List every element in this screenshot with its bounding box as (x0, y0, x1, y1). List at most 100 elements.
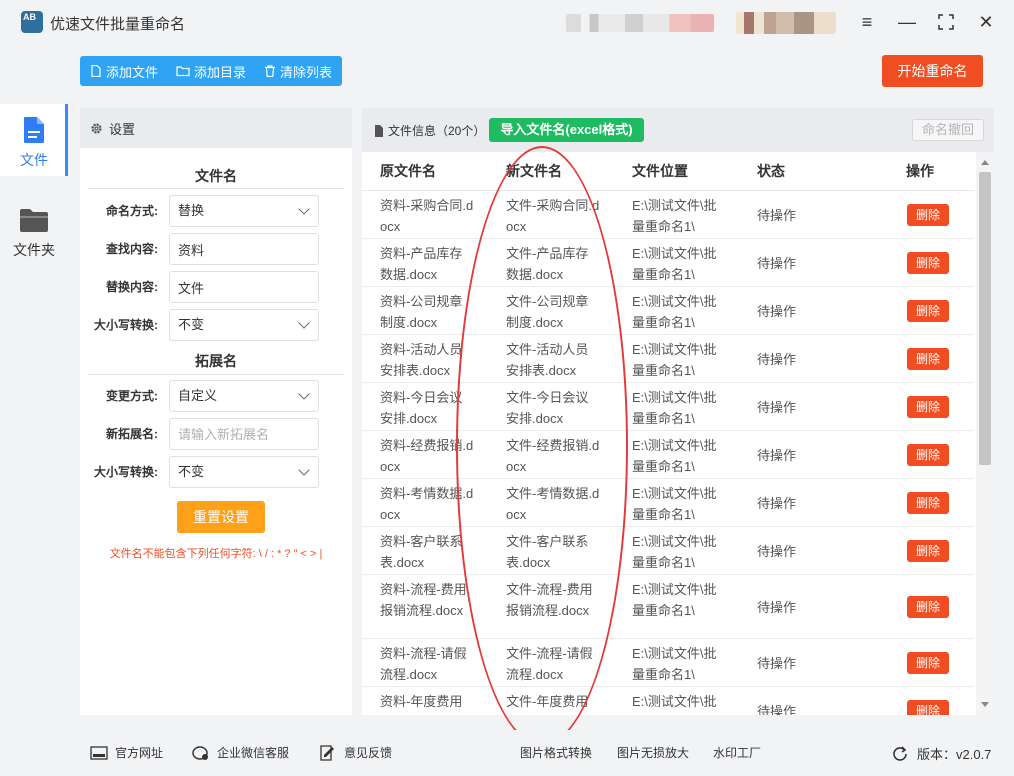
official-website-label: 官方网址 (115, 746, 164, 760)
original-filename-cell: 资料-今日会议安排.docx (380, 390, 463, 426)
new-filename-cell: 文件-流程-请假流程.docx (506, 646, 593, 682)
nav-item-file[interactable]: 文件 (0, 104, 68, 176)
table-row[interactable]: 资料-公司规章制度.docx 文件-公司规章制度.docx E:\测试文件\批量重命… (362, 287, 974, 335)
original-filename-cell: 资料-流程-费用报销流程.docx (380, 582, 467, 618)
table-row[interactable]: 资料-客户联系表.docx 文件-客户联系表.docx E:\测试文件\批量重命名1… (362, 527, 974, 575)
extension-case-select[interactable]: 不变 (169, 456, 319, 488)
status-cell: 待操作 (757, 544, 797, 559)
add-directory-label: 添加目录 (194, 64, 247, 80)
minimize-icon[interactable]: — (895, 10, 919, 34)
extension-mode-select[interactable]: 自定义 (169, 380, 319, 412)
trash-icon (265, 65, 276, 77)
new-filename-cell: 文件-活动人员安排表.docx (506, 342, 589, 378)
table-row[interactable]: 资料-活动人员安排表.docx 文件-活动人员安排表.docx E:\测试文件\批量… (362, 335, 974, 383)
table-row[interactable]: 资料-产品库存数据.docx 文件-产品库存数据.docx E:\测试文件\批量重命… (362, 239, 974, 287)
menu-icon[interactable]: ≡ (855, 10, 879, 34)
scroll-up-arrow-icon[interactable] (981, 160, 989, 165)
table-row[interactable]: 资料-年度费用计划表.docx 文件-年度费用计划表.docx E:\测试文件\批量… (362, 687, 974, 715)
delete-row-button[interactable]: 删除 (907, 700, 949, 715)
table-row[interactable]: 资料-流程-请假流程.docx 文件-流程-请假流程.docx E:\测试文件\批量… (362, 639, 974, 687)
add-file-button[interactable]: 添加文件 (80, 56, 166, 86)
official-website-link[interactable]: 官方网址 (90, 744, 163, 761)
file-location-cell: E:\测试文件\批量重命名1\ (632, 694, 717, 709)
start-rename-button[interactable]: 开始重命名 (882, 55, 983, 87)
original-filename-cell: 资料-活动人员安排表.docx (380, 342, 463, 378)
add-directory-button[interactable]: 添加目录 (166, 56, 254, 86)
undo-rename-button[interactable]: 命名撤回 (912, 119, 984, 141)
chat-icon (192, 745, 208, 760)
add-file-label: 添加文件 (106, 64, 159, 80)
table-row[interactable]: 资料-经费报销.docx 文件-经费报销.docx E:\测试文件\批量重命名1\ 待… (362, 431, 974, 479)
table-row[interactable]: 资料-今日会议安排.docx 文件-今日会议安排.docx E:\测试文件\批量重命… (362, 383, 974, 431)
new-filename-cell: 文件-公司规章制度.docx (506, 294, 589, 330)
status-cell: 待操作 (757, 496, 797, 511)
table-row[interactable]: 资料-考情数据.docx 文件-考情数据.docx E:\测试文件\批量重命名1\ 待… (362, 479, 974, 527)
delete-row-button[interactable]: 删除 (907, 252, 949, 274)
extension-section-title: 拓展名 (195, 353, 237, 369)
column-header-action: 操作 (906, 163, 934, 179)
nav-item-folder[interactable]: 文件夹 (0, 194, 68, 266)
maximize-icon[interactable] (934, 10, 958, 34)
column-header-location: 文件位置 (632, 163, 688, 179)
left-nav: 文件 文件夹 (0, 104, 68, 776)
watermark-factory-link[interactable]: 水印工厂 (713, 744, 761, 761)
image-format-convert-link[interactable]: 图片格式转换 (520, 744, 592, 761)
delete-row-button[interactable]: 删除 (907, 204, 949, 226)
case-conversion-label: 大小写转换: (94, 318, 158, 332)
extension-mode-label: 变更方式: (106, 389, 158, 403)
table-row[interactable]: 资料-流程-费用报销流程.docx 文件-流程-费用报销流程.docx E:\测试文… (362, 575, 974, 639)
file-location-cell: E:\测试文件\批量重命名1\ (632, 438, 717, 474)
version-info[interactable]: 版本：v2.0.7 (892, 744, 991, 763)
new-filename-cell: 文件-经费报销.docx (506, 438, 600, 474)
file-icon (91, 65, 101, 77)
gear-icon (91, 122, 102, 134)
vertical-scrollbar[interactable] (976, 152, 994, 715)
import-filenames-button[interactable]: 导入文件名(excel格式) (489, 118, 644, 142)
version-label: 版本：v2.0.7 (917, 747, 992, 762)
wechat-support-link[interactable]: 企业微信客服 (192, 744, 289, 761)
file-info-panel: 文件信息（20个） 导入文件名(excel格式) 命名撤回 原文件名 新文件名 … (362, 108, 994, 715)
new-filename-cell: 文件-年度费用计划表.docx (506, 694, 589, 709)
new-filename-cell: 文件-采购合同.docx (506, 198, 600, 234)
new-filename-cell: 文件-今日会议安排.docx (506, 390, 589, 426)
clear-list-button[interactable]: 清除列表 (254, 56, 340, 86)
delete-row-button[interactable]: 删除 (907, 492, 949, 514)
folder-icon (20, 209, 48, 232)
scrollbar-thumb[interactable] (979, 172, 991, 465)
chevron-down-icon (298, 203, 310, 215)
file-table-body: 资料-采购合同.docx 文件-采购合同.docx E:\测试文件\批量重命名1\ 待… (362, 191, 974, 715)
case-conversion-select[interactable]: 不变 (169, 309, 319, 341)
delete-row-button[interactable]: 删除 (907, 348, 949, 370)
divider (88, 374, 344, 375)
delete-row-button[interactable]: 删除 (907, 300, 949, 322)
delete-row-button[interactable]: 删除 (907, 596, 949, 618)
delete-row-button[interactable]: 删除 (907, 652, 949, 674)
status-cell: 待操作 (757, 448, 797, 463)
delete-row-button[interactable]: 删除 (907, 396, 949, 418)
find-content-input[interactable] (169, 233, 319, 265)
blurred-account-info (566, 14, 714, 32)
delete-row-button[interactable]: 删除 (907, 444, 949, 466)
document-icon (375, 124, 383, 137)
status-cell: 待操作 (757, 208, 797, 223)
feedback-link[interactable]: 意见反馈 (319, 744, 392, 761)
image-lossless-enlarge-link[interactable]: 图片无损放大 (617, 744, 689, 761)
refresh-icon (893, 745, 907, 761)
replace-content-input[interactable] (169, 271, 319, 303)
status-cell: 待操作 (757, 352, 797, 367)
blurred-user-avatar[interactable] (736, 12, 836, 34)
new-extension-input[interactable] (169, 418, 319, 450)
column-header-status: 状态 (757, 163, 785, 179)
extension-case-value: 不变 (178, 464, 205, 479)
status-cell: 待操作 (757, 600, 797, 615)
status-cell: 待操作 (757, 704, 797, 715)
close-icon[interactable]: ✕ (974, 10, 998, 34)
table-row[interactable]: 资料-采购合同.docx 文件-采购合同.docx E:\测试文件\批量重命名1\ 待… (362, 191, 974, 239)
reset-settings-button[interactable]: 重置设置 (177, 501, 265, 533)
file-location-cell: E:\测试文件\批量重命名1\ (632, 582, 717, 618)
delete-row-button[interactable]: 删除 (907, 540, 949, 562)
scroll-down-arrow-icon[interactable] (981, 702, 989, 707)
naming-mode-select[interactable]: 替换 (169, 195, 319, 227)
settings-title: 设置 (109, 121, 136, 137)
nav-label-folder: 文件夹 (13, 242, 55, 258)
